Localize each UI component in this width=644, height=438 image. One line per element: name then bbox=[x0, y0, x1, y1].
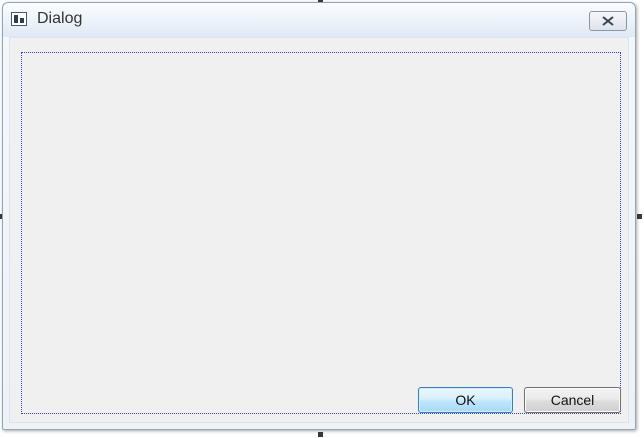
dialog-client-area: OK Cancel bbox=[9, 37, 629, 423]
title-bar[interactable]: Dialog bbox=[3, 3, 635, 37]
dialog-window: Dialog OK Cancel bbox=[2, 2, 636, 430]
close-button[interactable] bbox=[589, 11, 627, 31]
layout-placeholder-frame bbox=[21, 52, 621, 414]
app-window-icon bbox=[11, 12, 27, 26]
window-title: Dialog bbox=[37, 10, 83, 27]
resize-handle-right[interactable] bbox=[637, 214, 642, 219]
resize-handle-bottom[interactable] bbox=[318, 432, 323, 437]
cancel-button[interactable]: Cancel bbox=[524, 387, 621, 413]
ok-button[interactable]: OK bbox=[418, 387, 513, 413]
close-icon bbox=[602, 16, 614, 26]
